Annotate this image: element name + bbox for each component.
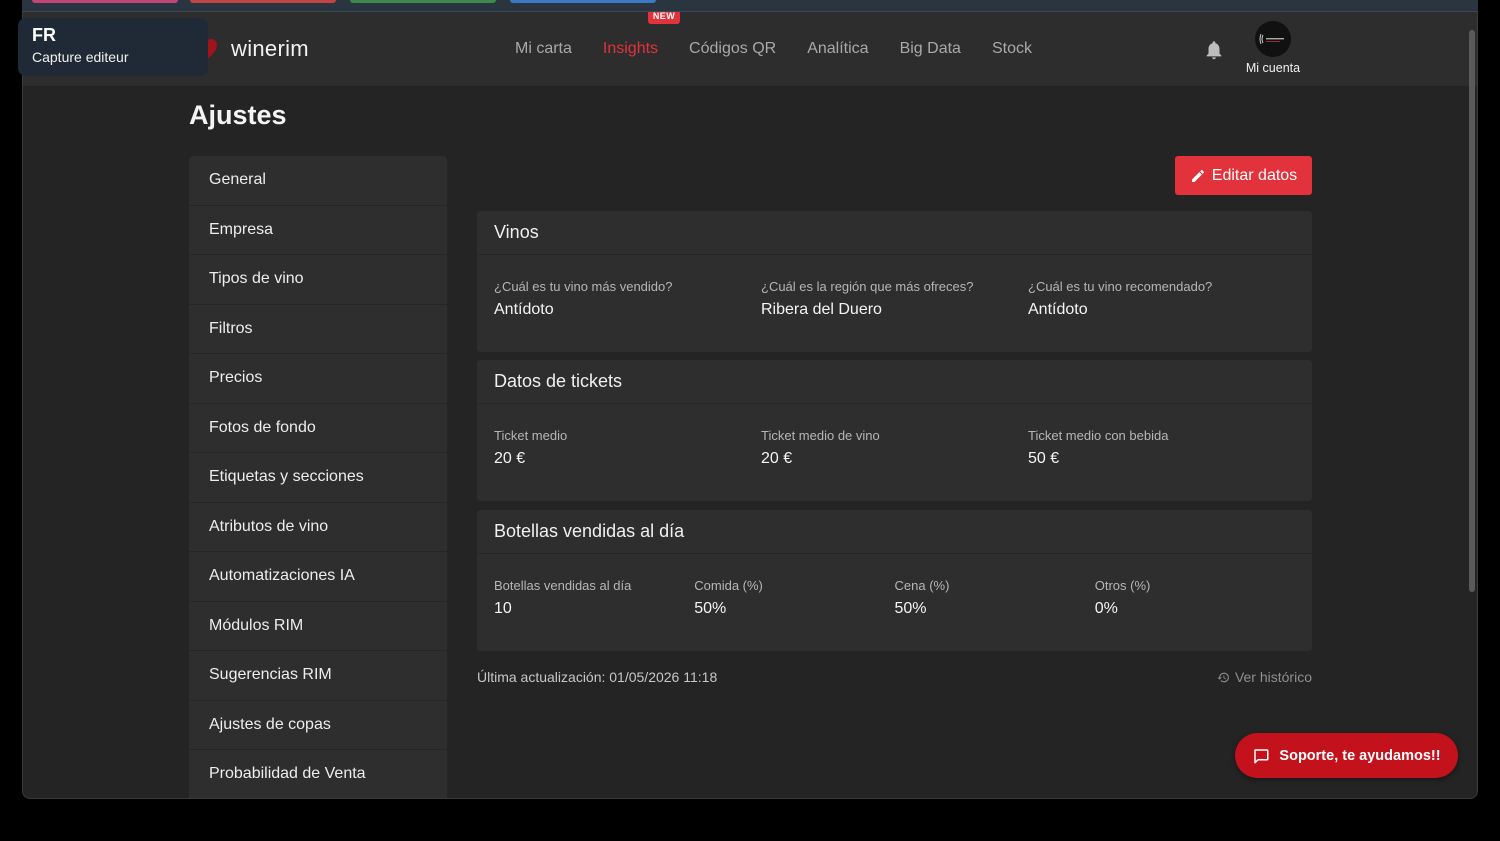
sidebar-item-filtros[interactable]: Filtros [189, 305, 447, 354]
botellas-card: Botellas vendidas al día Botellas vendid… [477, 510, 1312, 651]
field: Otros (%) 0% [1095, 578, 1295, 618]
field-value: 50 € [1028, 450, 1060, 467]
support-button[interactable]: Soporte, te ayudamos!! [1235, 733, 1458, 778]
sidebar-item-fotos-de-fondo[interactable]: Fotos de fondo [189, 404, 447, 453]
top-navbar: winerim Mi carta NEW Insights Códigos QR… [23, 12, 1477, 86]
nav-codigos-qr[interactable]: Códigos QR [689, 40, 776, 58]
brand[interactable]: winerim [193, 36, 309, 62]
nav-analitica[interactable]: Analítica [807, 40, 868, 58]
field: ¿Cuál es tu vino más vendido? Antídoto [494, 279, 761, 319]
field-label: Botellas vendidas al día [494, 578, 632, 593]
history-label: Ver histórico [1234, 669, 1312, 685]
field-label: Comida (%) [694, 578, 763, 593]
browser-tab-strip [22, 0, 1478, 12]
language-overlay: FR Capture editeur [18, 18, 208, 76]
sidebar-item-modulos-rim[interactable]: Módulos RIM [189, 602, 447, 651]
sidebar-item-probabilidad-de-venta[interactable]: Probabilidad de Venta [189, 750, 447, 798]
overlay-subtitle: Capture editeur [32, 49, 129, 65]
browser-tab[interactable] [510, 0, 656, 3]
last-update-text: Última actualización: 01/05/2026 11:18 [477, 669, 718, 685]
field-value: 20 € [494, 450, 526, 467]
field-value: 50% [894, 600, 927, 617]
view-history-link[interactable]: Ver histórico [1217, 669, 1312, 685]
field-value: Antídoto [494, 301, 554, 318]
account-label: Mi cuenta [1245, 61, 1301, 75]
settings-sidebar: General Empresa Tipos de vino Filtros Pr… [189, 156, 447, 798]
field-label: Ticket medio de vino [761, 428, 880, 443]
botellas-card-title: Botellas vendidas al día [477, 510, 1312, 554]
vinos-card: Vinos ¿Cuál es tu vino más vendido? Antí… [477, 211, 1312, 352]
field: Botellas vendidas al día 10 [494, 578, 694, 618]
sidebar-item-atributos-de-vino[interactable]: Atributos de vino [189, 503, 447, 552]
new-badge: NEW [647, 12, 681, 24]
field-label: ¿Cuál es la región que más ofreces? [761, 279, 974, 294]
history-icon [1217, 672, 1229, 682]
restaurant-logo-icon [1259, 33, 1284, 45]
field-value: Ribera del Duero [761, 301, 882, 318]
main-nav: Mi carta NEW Insights Códigos QR Analíti… [515, 12, 1063, 86]
pencil-icon [1191, 169, 1204, 182]
brand-name: winerim [231, 36, 309, 61]
sidebar-item-etiquetas-y-secciones[interactable]: Etiquetas y secciones [189, 453, 447, 503]
sidebar-item-sugerencias-rim[interactable]: Sugerencias RIM [189, 651, 447, 701]
field: Ticket medio con bebida 50 € [1028, 428, 1295, 468]
sidebar-item-general[interactable]: General [189, 156, 447, 206]
tickets-card: Datos de tickets Ticket medio 20 € Ticke… [477, 360, 1312, 501]
chat-icon [1254, 748, 1269, 763]
field-value: 50% [694, 600, 727, 617]
nav-insights[interactable]: NEW Insights [602, 12, 681, 58]
field-label: Ticket medio [494, 428, 568, 443]
sidebar-item-empresa[interactable]: Empresa [189, 206, 447, 255]
tickets-card-title: Datos de tickets [477, 360, 1312, 404]
field-value: 0% [1094, 600, 1118, 617]
field: ¿Cuál es la región que más ofreces? Ribe… [761, 279, 1028, 319]
vinos-card-title: Vinos [477, 211, 1312, 255]
update-footer: Última actualización: 01/05/2026 11:18 V… [477, 669, 1312, 685]
account-avatar [1255, 21, 1291, 57]
field: Comida (%) 50% [694, 578, 894, 618]
field-label: Ticket medio con bebida [1028, 428, 1169, 443]
nav-mi-carta[interactable]: Mi carta [515, 40, 572, 58]
field-label: ¿Cuál es tu vino recomendado? [1028, 279, 1213, 294]
field: ¿Cuál es tu vino recomendado? Antídoto [1028, 279, 1295, 319]
language-code: FR [32, 25, 56, 45]
app-window: winerim Mi carta NEW Insights Códigos QR… [22, 12, 1478, 799]
field-value: 20 € [761, 450, 793, 467]
notification-bell-icon[interactable] [1203, 39, 1225, 61]
nav-insights-label: Insights [602, 40, 659, 57]
edit-data-button[interactable]: Editar datos [1175, 156, 1312, 195]
sidebar-item-automatizaciones-ia[interactable]: Automatizaciones IA [189, 552, 447, 602]
sidebar-item-precios[interactable]: Precios [189, 354, 447, 404]
sidebar-item-tipos-de-vino[interactable]: Tipos de vino [189, 255, 447, 305]
nav-big-data[interactable]: Big Data [900, 40, 961, 58]
field-value: Antídoto [1028, 301, 1088, 318]
support-label: Soporte, te ayudamos!! [1279, 747, 1441, 764]
page-title: Ajustes [189, 100, 287, 130]
browser-tab[interactable] [190, 0, 336, 3]
field-label: ¿Cuál es tu vino más vendido? [494, 279, 673, 294]
nav-stock[interactable]: Stock [992, 40, 1032, 58]
account-menu[interactable]: Mi cuenta [1241, 21, 1305, 75]
field: Ticket medio de vino 20 € [761, 428, 1028, 468]
sidebar-item-ajustes-de-copas[interactable]: Ajustes de copas [189, 701, 447, 750]
browser-tab[interactable] [32, 0, 178, 3]
field-label: Cena (%) [894, 578, 950, 593]
browser-tab[interactable] [350, 0, 496, 3]
field-label: Otros (%) [1094, 578, 1151, 593]
edit-data-label: Editar datos [1211, 166, 1298, 184]
field: Cena (%) 50% [895, 578, 1095, 618]
page-scrollbar[interactable] [1469, 30, 1475, 592]
field-value: 10 [494, 600, 512, 617]
field: Ticket medio 20 € [494, 428, 761, 468]
